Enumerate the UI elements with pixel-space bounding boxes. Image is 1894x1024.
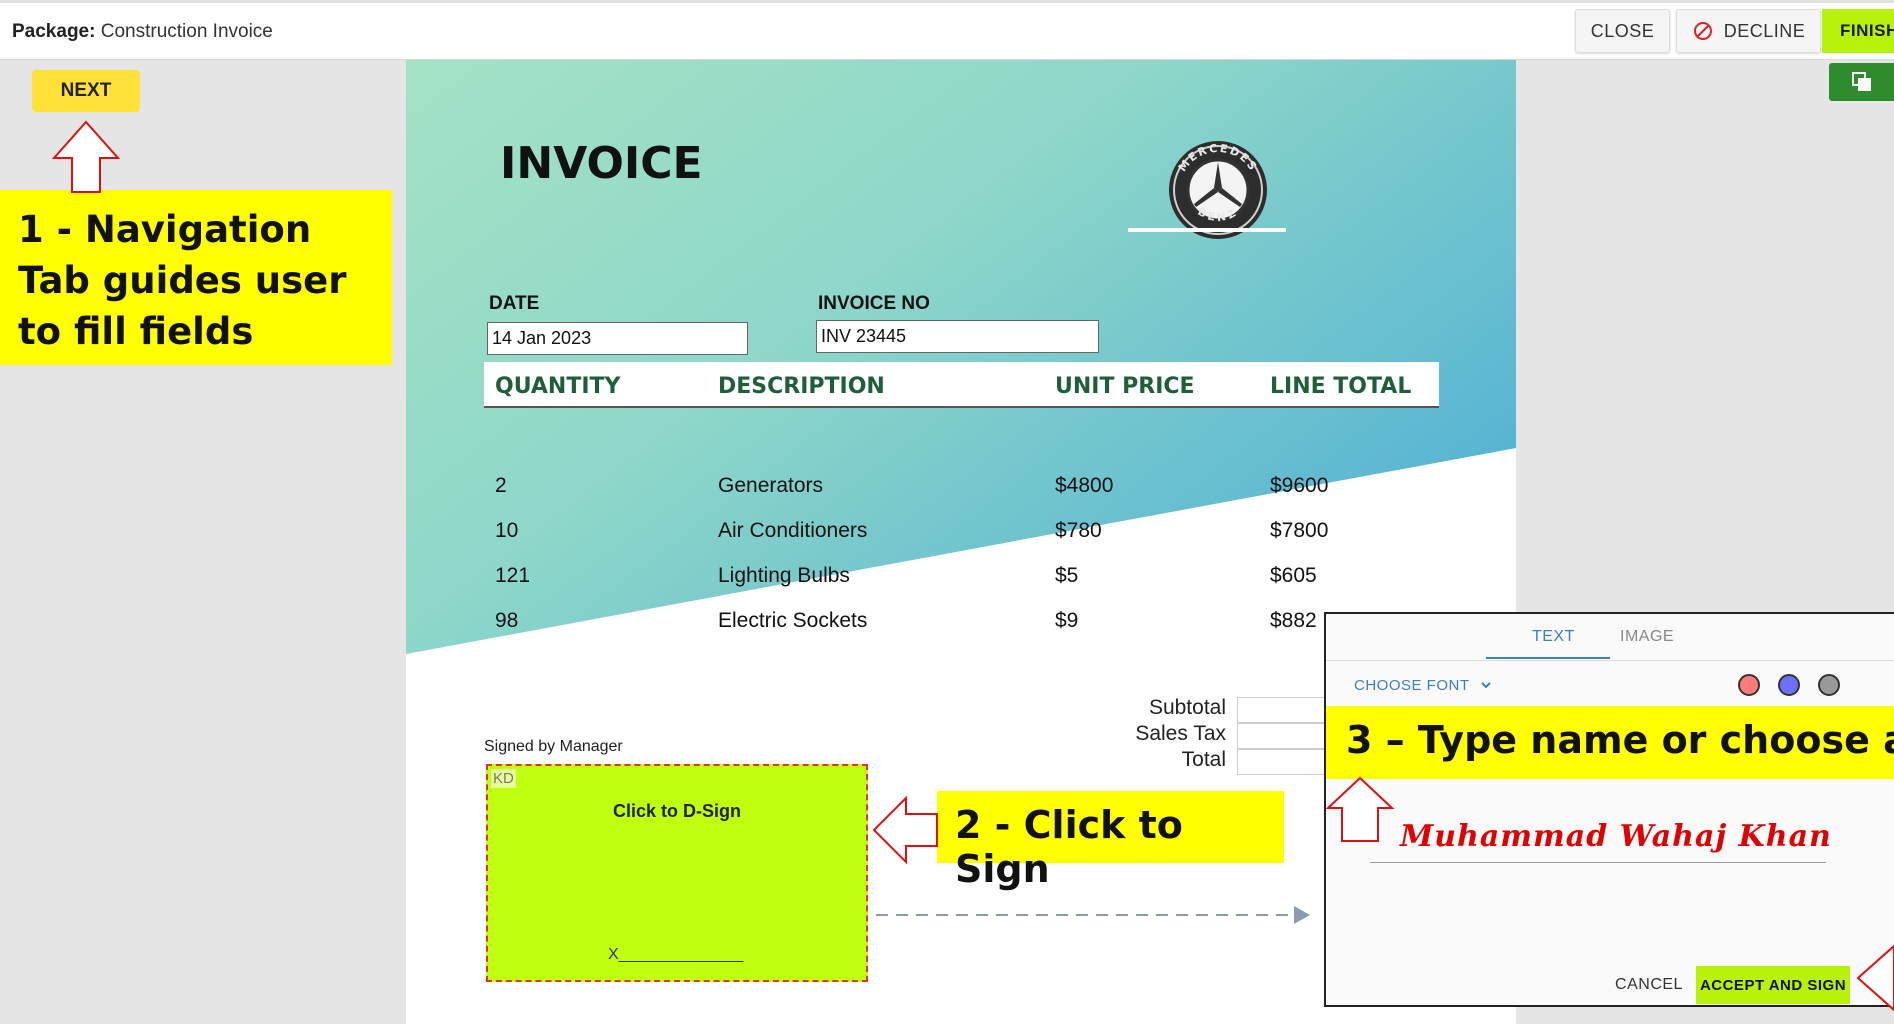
header-description: DESCRIPTION [718, 374, 885, 399]
cell-total: $7800 [1270, 519, 1329, 542]
header-unit-price: UNIT PRICE [1055, 374, 1195, 399]
cell-unit: $4800 [1055, 474, 1114, 497]
cell-total: $882 [1270, 609, 1317, 632]
sales-tax-field[interactable] [1237, 723, 1337, 749]
color-blue-option[interactable] [1778, 674, 1800, 696]
invoice-no-field[interactable]: INV 23445 [816, 320, 1099, 353]
ban-icon [1693, 22, 1712, 40]
cell-qty: 98 [495, 609, 519, 632]
decline-button[interactable]: DECLINE [1676, 9, 1821, 53]
cell-total: $605 [1270, 564, 1317, 587]
subtotal-label: Subtotal [1148, 696, 1226, 719]
cell-desc: Electric Sockets [718, 609, 868, 632]
tab-text[interactable]: TEXT [1532, 628, 1575, 646]
total-label: Total [1181, 748, 1226, 771]
signature-line: X______________ [608, 946, 744, 963]
cancel-button[interactable]: CANCEL [1606, 968, 1692, 1002]
decline-label: DECLINE [1723, 20, 1806, 41]
header-quantity: QUANTITY [495, 374, 621, 399]
cell-qty: 2 [495, 474, 507, 497]
cell-qty: 121 [495, 564, 531, 587]
package-title: Package: Construction Invoice [12, 21, 273, 42]
cell-total: $9600 [1270, 474, 1329, 497]
invoice-no-label: INVOICE NO [818, 293, 930, 314]
subtotal-field[interactable] [1237, 697, 1337, 723]
total-field[interactable] [1237, 749, 1337, 775]
cell-desc: Lighting Bulbs [718, 564, 850, 587]
copy-icon [1851, 72, 1871, 91]
arrow-up-icon [51, 120, 121, 193]
sales-tax-label: Sales Tax [1135, 722, 1226, 745]
cell-unit: $5 [1055, 564, 1079, 587]
tab-divider [1326, 660, 1894, 661]
invoice-title: INVOICE [500, 138, 703, 189]
typed-signature[interactable]: Muhammad Wahaj Khan [1400, 819, 1832, 854]
signature-dialog: TEXT IMAGE CHOOSE FONT Muhammad Wahaj Kh… [1324, 612, 1894, 1007]
finish-button[interactable]: FINISH [1822, 9, 1894, 53]
callout-click-to-sign: 2 - Click to Sign [937, 791, 1284, 891]
color-red-option[interactable] [1738, 674, 1760, 696]
choose-font-dropdown[interactable]: CHOOSE FONT [1354, 677, 1492, 694]
date-field[interactable]: 14 Jan 2023 [487, 322, 748, 355]
signed-by-label: Signed by Manager [484, 738, 623, 755]
close-button[interactable]: CLOSE [1575, 9, 1670, 53]
cell-desc: Generators [718, 474, 824, 497]
chevron-down-icon [1481, 682, 1491, 689]
top-bar: Package: Construction Invoice CLOSE DECL… [0, 0, 1894, 60]
callout-type-name: 3 – Type name or choose an im [1326, 706, 1894, 779]
cell-desc: Air Conditioners [718, 519, 868, 542]
logo-underline [1128, 228, 1286, 232]
cell-unit: $9 [1055, 609, 1079, 632]
choose-font-label: CHOOSE FONT [1354, 677, 1470, 694]
mercedes-logo: MERCEDES BENZ [1169, 141, 1267, 239]
next-button[interactable]: NEXT [32, 70, 140, 112]
header-line-total: LINE TOTAL [1270, 374, 1412, 399]
signature-baseline [1370, 862, 1826, 863]
callout-navigation: 1 - Navigation Tab guides user to fill f… [0, 190, 392, 365]
table-header: QUANTITY DESCRIPTION UNIT PRICE LINE TOT… [484, 362, 1439, 408]
copy-button[interactable] [1829, 63, 1894, 101]
initials-badge: KD [491, 769, 516, 788]
accept-and-sign-button[interactable]: ACCEPT AND SIGN [1696, 966, 1850, 1004]
tab-image[interactable]: IMAGE [1620, 628, 1674, 646]
date-label: DATE [489, 293, 540, 314]
color-gray-option[interactable] [1818, 674, 1840, 696]
cell-unit: $780 [1055, 519, 1102, 542]
signature-field[interactable]: KD Click to D-Sign X______________ [486, 764, 868, 982]
click-to-sign-label: Click to D-Sign [612, 801, 741, 821]
tab-indicator [1486, 657, 1610, 659]
cell-qty: 10 [495, 519, 519, 542]
